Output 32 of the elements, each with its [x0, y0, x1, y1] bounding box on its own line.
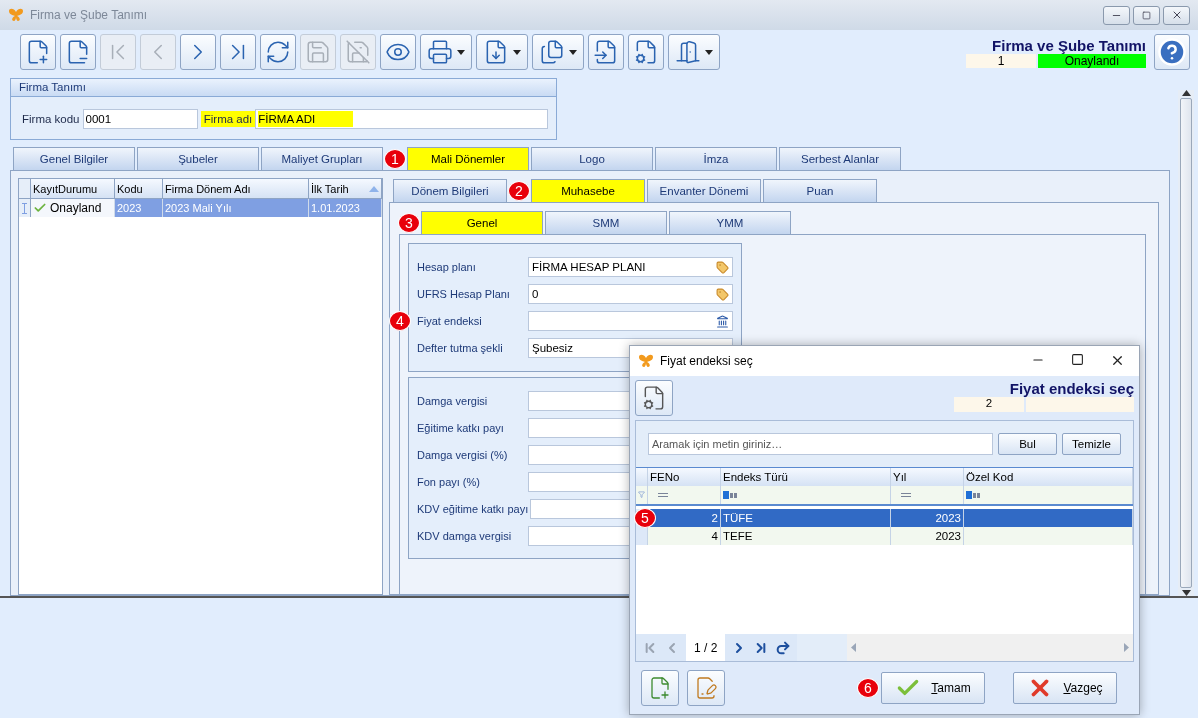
table-cell: 1.01.2023	[309, 199, 382, 217]
status-label: Onaylandı	[1038, 53, 1146, 68]
field-label: KDV eğitime katkı payı	[417, 503, 530, 515]
field-label: Eğitime katkı payı	[417, 422, 505, 434]
field-label: Firma kodu	[21, 112, 81, 127]
record-number: 1	[966, 53, 1036, 68]
field-label: UFRS Hesap Planı	[417, 288, 511, 300]
step-marker: 2	[508, 180, 530, 201]
table-cell: 2023 Mali Yılı	[163, 199, 309, 217]
field-label: Hesap planı	[417, 261, 477, 273]
dialog-heading: Fiyat endeksi seç	[1009, 379, 1134, 397]
field-label: Damga vergisi	[417, 395, 489, 407]
field-label: Defter tutma şekli	[417, 342, 504, 354]
field-label: KDV damga vergisi	[417, 530, 513, 542]
window-title: Firma ve Şube Tanımı	[30, 8, 149, 22]
field-label: Damga vergisi (%)	[417, 449, 509, 461]
table-cell: 2023	[115, 199, 163, 217]
table-cell: 2023	[891, 508, 964, 527]
field-label: Fiyat endeksi	[417, 315, 483, 327]
step-marker: 4	[389, 311, 411, 331]
dialog-title: Fiyat endeksi seç	[660, 353, 754, 368]
step-marker: 3	[398, 212, 420, 233]
field-label: Fon payı (%)	[417, 476, 481, 488]
form-title: Firma ve Şube Tanımı	[992, 36, 1146, 54]
field-label: Firma adı	[200, 111, 256, 127]
record-count: 2	[954, 396, 1024, 412]
table-cell: TÜFE	[721, 508, 891, 527]
step-marker: 6	[857, 678, 879, 698]
page-indicator: 1 / 2	[686, 634, 726, 661]
step-marker: 1	[384, 148, 406, 169]
table-cell: Onayland	[31, 199, 115, 217]
panel-title: Firma Tanımı	[11, 79, 556, 97]
